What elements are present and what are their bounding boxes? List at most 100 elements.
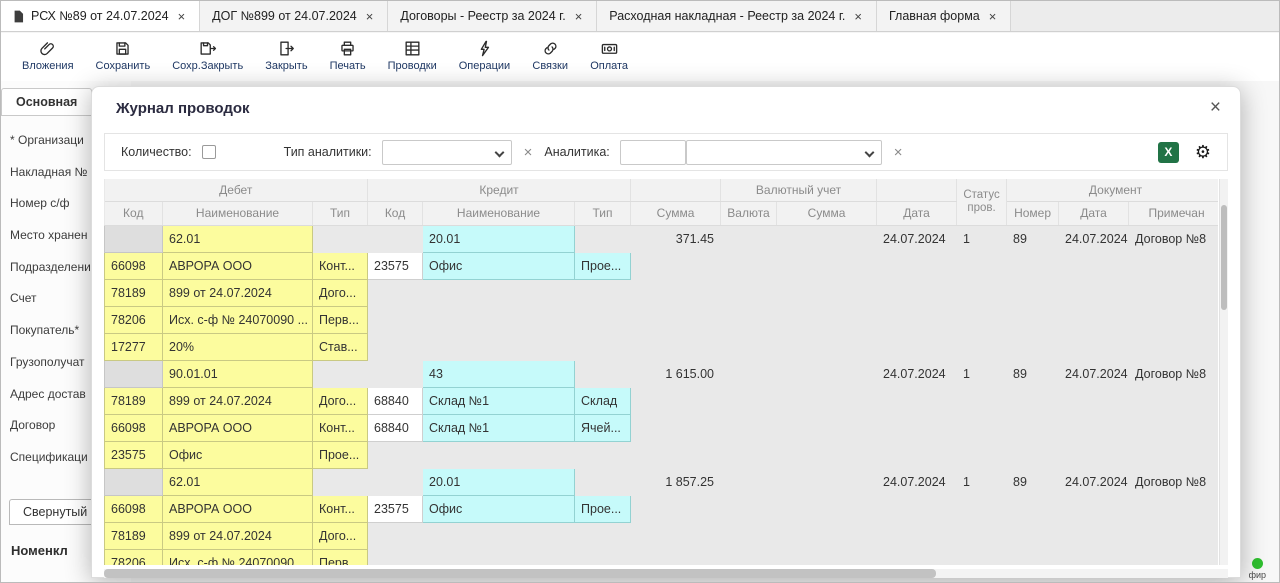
tab-close-icon[interactable]: × <box>176 9 188 24</box>
vertical-scrollbar[interactable] <box>1219 179 1228 565</box>
cell-c_code: 23575 <box>368 495 423 522</box>
cell-d_name: 899 от 24.07.2024 <box>163 387 313 414</box>
attachments-button[interactable]: Вложения <box>11 37 85 74</box>
dialog-close-icon[interactable]: × <box>1205 96 1226 119</box>
analytics-type-select[interactable] <box>382 140 512 165</box>
cell-d_code <box>105 225 163 252</box>
column-header: Код <box>368 201 423 225</box>
clear-analytics-type-icon[interactable]: × <box>522 144 535 161</box>
status-indicator-label: фир <box>1249 570 1266 580</box>
tab-5[interactable]: Главная форма× <box>877 1 1011 31</box>
tab-2[interactable]: ДОГ №899 от 24.07.2024× <box>200 1 388 31</box>
links-button[interactable]: Связки <box>521 37 579 74</box>
cell-currency <box>721 333 777 360</box>
quantity-checkbox[interactable] <box>202 145 216 159</box>
chevron-down-icon <box>864 147 874 157</box>
cell-status <box>957 495 1007 522</box>
cell-d_name: Исх. с-ф № 24070090 ... <box>163 549 313 565</box>
column-header: Дата <box>877 201 957 225</box>
print-button[interactable]: Печать <box>319 37 377 74</box>
save-button[interactable]: Сохранить <box>85 37 162 74</box>
vertical-scrollbar-thumb[interactable] <box>1221 205 1227 310</box>
cell-note: Договор №8 <box>1129 468 1218 495</box>
cell-d_code: 17277 <box>105 333 163 360</box>
dialog-header: Журнал проводок × <box>92 87 1240 131</box>
cell-c_type <box>575 225 631 252</box>
excel-export-button[interactable]: X <box>1158 142 1179 163</box>
analytics-code-input[interactable] <box>620 140 686 165</box>
collapsed-section-tab[interactable]: Свернутый <box>9 499 101 525</box>
posting-detail-row[interactable]: 1727720%Став... <box>105 333 1219 360</box>
cell-sum <box>631 441 721 468</box>
cell-d_name: 62.01 <box>163 225 313 252</box>
cell-cur_sum <box>777 522 877 549</box>
cell-d_name: 899 от 24.07.2024 <box>163 279 313 306</box>
operations-button[interactable]: Операции <box>448 37 521 74</box>
tab-close-icon[interactable]: × <box>852 9 864 24</box>
cell-c_type <box>575 468 631 495</box>
tab-close-icon[interactable]: × <box>364 9 376 24</box>
document-icon <box>13 10 24 23</box>
tab-1[interactable]: РСХ №89 от 24.07.2024× <box>1 1 200 31</box>
toolbar-button-label: Оплата <box>590 60 628 72</box>
tab-close-icon[interactable]: × <box>573 9 585 24</box>
cell-note <box>1129 279 1218 306</box>
cell-c_type <box>575 279 631 306</box>
settings-gear-icon[interactable]: ⚙ <box>1195 143 1211 161</box>
cell-doc_num: 89 <box>1007 468 1059 495</box>
cell-currency <box>721 522 777 549</box>
cell-d_type: Конт... <box>313 252 368 279</box>
print-icon <box>338 39 357 58</box>
cell-doc_date <box>1059 306 1129 333</box>
horizontal-scrollbar[interactable] <box>104 569 1228 578</box>
clear-analytics-icon[interactable]: × <box>892 144 905 161</box>
tab-close-icon[interactable]: × <box>987 9 999 24</box>
posting-detail-row[interactable]: 66098АВРОРА ОООКонт...23575ОфисПрое... <box>105 252 1219 279</box>
horizontal-scrollbar-thumb[interactable] <box>104 569 936 578</box>
cell-note <box>1129 441 1218 468</box>
cell-c_name: Офис <box>423 495 575 522</box>
toolbar: ВложенияСохранитьСохр.ЗакрытьЗакрытьПеча… <box>1 33 1279 81</box>
postings-button[interactable]: Проводки <box>377 37 448 74</box>
cell-currency <box>721 549 777 565</box>
posting-detail-row[interactable]: 78206Исх. с-ф № 24070090 ...Перв... <box>105 549 1219 565</box>
posting-detail-row[interactable]: 78189899 от 24.07.2024Дого... <box>105 522 1219 549</box>
cell-doc_num: 89 <box>1007 225 1059 252</box>
cell-c_code <box>368 522 423 549</box>
posting-detail-row[interactable]: 78189899 от 24.07.2024Дого... <box>105 279 1219 306</box>
posting-detail-row[interactable]: 66098АВРОРА ОООКонт...23575ОфисПрое... <box>105 495 1219 522</box>
payment-button[interactable]: Оплата <box>579 37 639 74</box>
cell-d_code: 78189 <box>105 522 163 549</box>
posting-detail-row[interactable]: 66098АВРОРА ОООКонт...68840Склад №1Ячей.… <box>105 414 1219 441</box>
posting-group-row[interactable]: 62.0120.011 857.2524.07.202418924.07.202… <box>105 468 1219 495</box>
table-column-header-row: Код Наименование Тип Код Наименование Ти… <box>105 201 1219 225</box>
posting-detail-row[interactable]: 78206Исх. с-ф № 24070090 ...Перв... <box>105 306 1219 333</box>
cell-cur_sum <box>777 360 877 387</box>
posting-detail-row[interactable]: 78189899 от 24.07.2024Дого...68840Склад … <box>105 387 1219 414</box>
filter-bar: Количество: Тип аналитики: × Аналитика: … <box>104 133 1228 171</box>
tab-4[interactable]: Расходная накладная - Реестр за 2024 г.× <box>597 1 877 31</box>
close-button[interactable]: Закрыть <box>254 37 318 74</box>
cell-sum <box>631 549 721 565</box>
cell-d_type: Конт... <box>313 495 368 522</box>
save-close-button[interactable]: Сохр.Закрыть <box>161 37 254 74</box>
posting-group-row[interactable]: 90.01.01431 615.0024.07.202418924.07.202… <box>105 360 1219 387</box>
cell-currency <box>721 360 777 387</box>
cell-doc_date <box>1059 333 1129 360</box>
tab-main-form[interactable]: Основная <box>1 88 92 116</box>
cell-d_type <box>313 225 368 252</box>
payment-icon <box>600 39 619 58</box>
posting-detail-row[interactable]: 23575ОфисПрое... <box>105 441 1219 468</box>
cell-c_type <box>575 441 631 468</box>
cell-d_type: Дого... <box>313 387 368 414</box>
cell-status <box>957 387 1007 414</box>
posting-group-row[interactable]: 62.0120.01371.4524.07.202418924.07.2024Д… <box>105 225 1219 252</box>
cell-c_code <box>368 441 423 468</box>
cell-date <box>877 414 957 441</box>
analytics-select[interactable] <box>686 140 882 165</box>
cell-c_name <box>423 306 575 333</box>
cell-status <box>957 252 1007 279</box>
cell-d_code: 66098 <box>105 414 163 441</box>
cell-c_code <box>368 225 423 252</box>
tab-3[interactable]: Договоры - Реестр за 2024 г.× <box>388 1 597 31</box>
